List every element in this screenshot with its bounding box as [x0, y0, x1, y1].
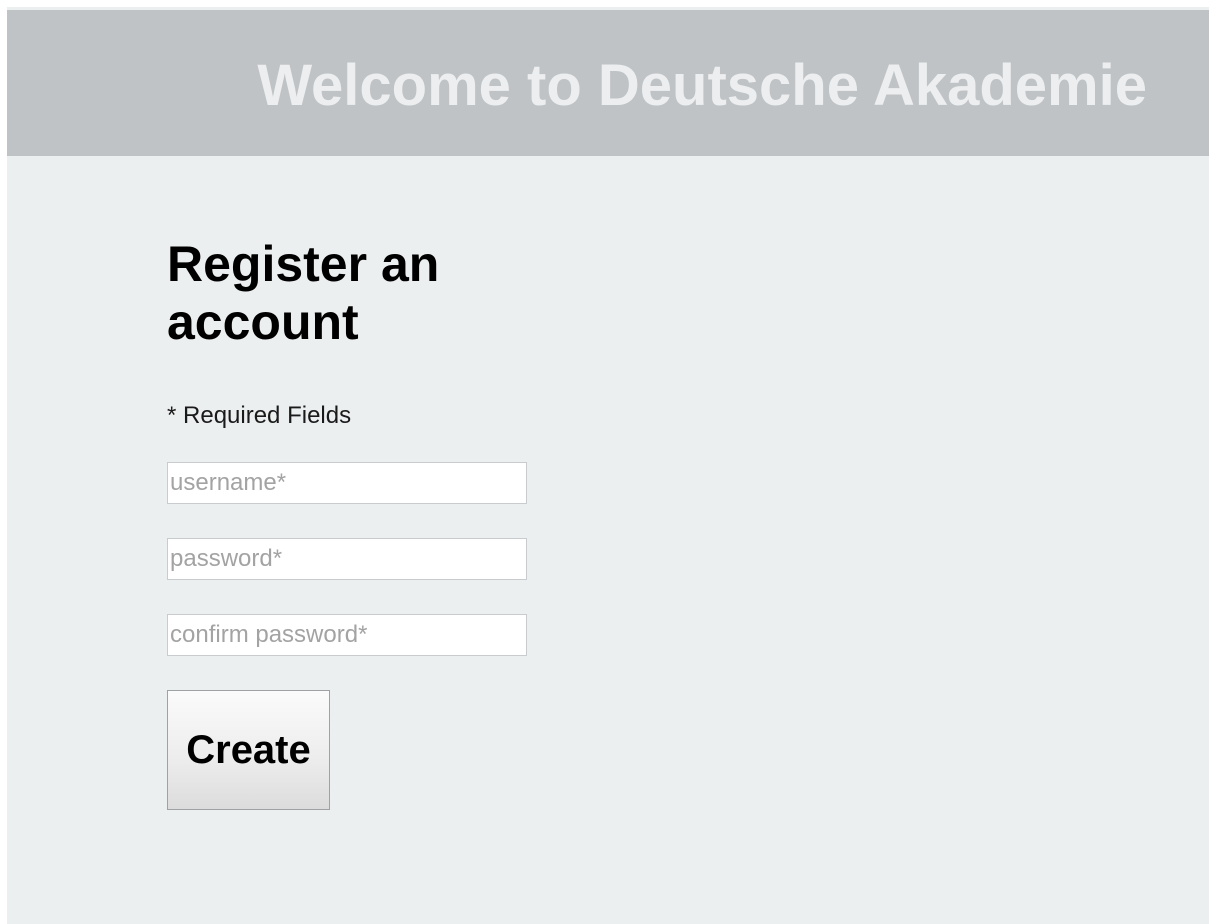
- site-header: Welcome to Deutsche Akademie: [7, 10, 1209, 156]
- form-heading: Register an account: [167, 236, 440, 350]
- create-button[interactable]: Create: [167, 690, 330, 810]
- page: Welcome to Deutsche Akademie Register an…: [7, 7, 1209, 924]
- site-title: Welcome to Deutsche Akademie: [257, 53, 1147, 118]
- confirm-password-field[interactable]: [167, 614, 527, 656]
- username-field[interactable]: [167, 462, 527, 504]
- password-field[interactable]: [167, 538, 527, 580]
- required-fields-note: * Required Fields: [167, 402, 352, 429]
- registration-form: Register an account * Required Fields Cr…: [167, 235, 587, 810]
